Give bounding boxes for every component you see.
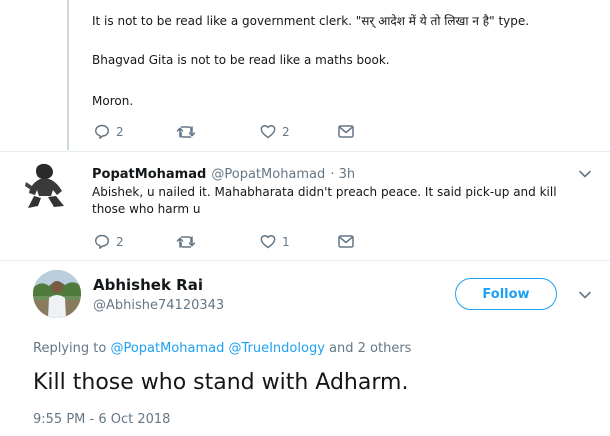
retweet-button[interactable] — [176, 235, 260, 249]
tweet-text-line: Abishek, u nailed it. Mahabharata didn't… — [92, 185, 557, 199]
replying-prefix: Replying to — [33, 341, 107, 356]
like-icon — [260, 124, 276, 139]
tweet-text-line: Bhagvad Gita is not to be read like a ma… — [92, 53, 390, 67]
reply-icon — [94, 124, 110, 139]
user-name[interactable]: Abhishek Rai — [93, 276, 203, 294]
message-icon — [338, 125, 354, 138]
like-count: 1 — [282, 234, 290, 249]
divider — [0, 260, 610, 261]
more-options-button[interactable] — [578, 285, 592, 304]
message-icon — [338, 235, 354, 248]
replying-to: Replying to @PopatMohamad @TrueIndology … — [33, 341, 411, 356]
like-button[interactable]: 2 — [260, 124, 338, 139]
replying-user-link[interactable]: @TrueIndology — [228, 341, 324, 356]
reply-icon — [94, 234, 110, 249]
reply-button[interactable]: 2 — [94, 234, 176, 249]
avatar[interactable] — [20, 160, 70, 212]
retweet-icon — [176, 125, 196, 138]
tweet-actions: 2 1 — [94, 234, 354, 249]
message-button[interactable] — [338, 125, 354, 138]
tweet-actions: 2 2 — [94, 124, 354, 139]
like-icon — [260, 234, 276, 249]
like-button[interactable]: 1 — [260, 234, 338, 249]
divider — [0, 151, 610, 152]
tweet-text: Kill those who stand with Adharm. — [33, 370, 409, 395]
replying-user-link[interactable]: @PopatMohamad — [110, 341, 224, 356]
reply-count: 2 — [116, 234, 124, 249]
chevron-down-icon — [579, 291, 591, 299]
replying-others-link[interactable]: and 2 others — [329, 341, 411, 356]
more-options-button[interactable] — [578, 164, 592, 183]
chevron-down-icon — [579, 170, 591, 178]
follow-button[interactable]: Follow — [455, 278, 557, 310]
reply-button[interactable]: 2 — [94, 124, 176, 139]
like-count: 2 — [282, 124, 290, 139]
reply-count: 2 — [116, 124, 124, 139]
tweet-text-line: those who harm u — [92, 202, 201, 216]
thread-line — [67, 0, 69, 150]
tweet-timestamp[interactable]: 9:55 PM - 6 Oct 2018 — [33, 412, 170, 427]
retweet-button[interactable] — [176, 125, 260, 139]
retweet-icon — [176, 235, 196, 248]
reply-header: PopatMohamad @PopatMohamad · 3h — [92, 163, 355, 182]
avatar[interactable] — [33, 270, 81, 318]
user-name[interactable]: PopatMohamad — [92, 167, 206, 182]
user-handle[interactable]: @Abhishe74120343 — [93, 298, 224, 313]
tweet-text-line: It is not to be read like a government c… — [92, 14, 530, 28]
tweet-text-line: Moron. — [92, 94, 134, 108]
message-button[interactable] — [338, 235, 354, 248]
user-handle[interactable]: @PopatMohamad — [211, 167, 325, 182]
tweet-time[interactable]: · 3h — [330, 167, 355, 182]
